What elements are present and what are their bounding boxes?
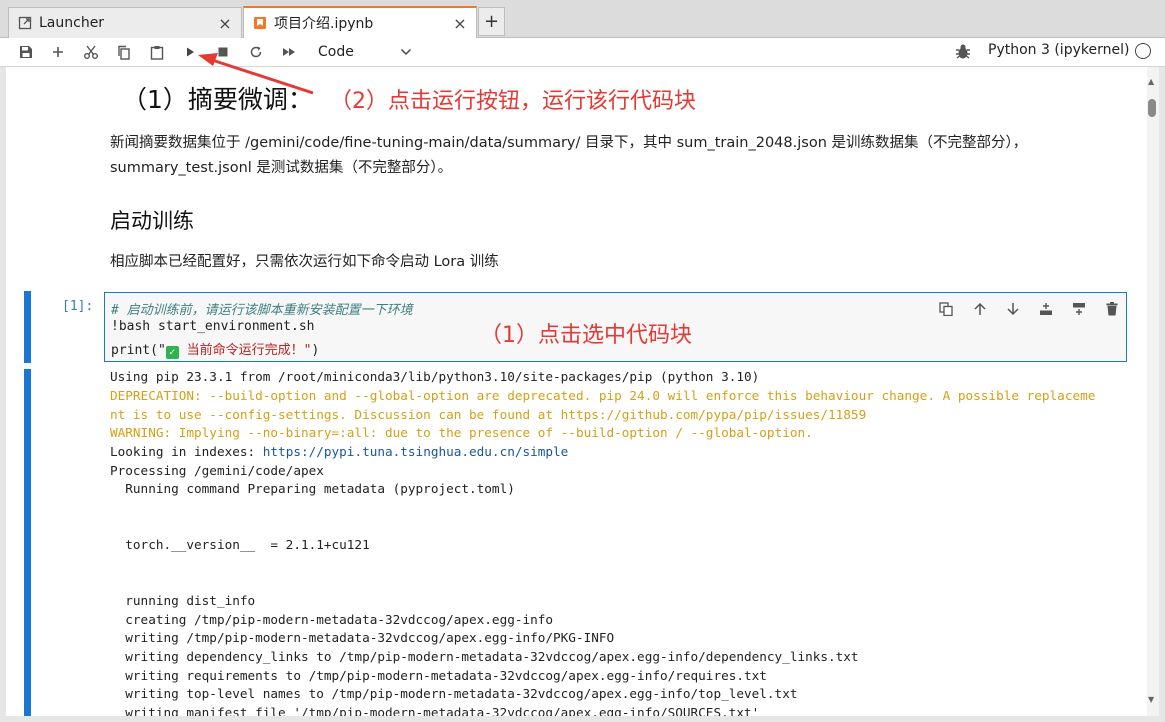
duplicate-cell-button[interactable] xyxy=(936,299,956,319)
add-cell-icon xyxy=(53,47,63,57)
output-line: Looking in indexes: https://pypi.tuna.ts… xyxy=(110,444,568,459)
code-line-print: print(" ✓ 当前命令运行完成！") xyxy=(111,339,319,359)
scroll-up-icon[interactable]: ▲ xyxy=(1148,77,1154,86)
insert-above-icon xyxy=(1040,303,1052,315)
fast-forward-icon xyxy=(283,48,295,56)
insert-above-button[interactable] xyxy=(1036,299,1056,319)
tab-bar: Launcher × 项目介绍.ipynb × + xyxy=(0,0,1165,38)
paste-icon xyxy=(150,45,164,60)
notebook-icon xyxy=(252,15,268,31)
output-line: WARNING: Implying --no-binary=:all: due … xyxy=(110,425,813,440)
cut-button[interactable] xyxy=(79,41,103,63)
markdown-heading: （1）摘要微调： xyxy=(122,85,313,114)
cell-type-value: Code xyxy=(318,44,354,60)
paste-button[interactable] xyxy=(145,41,169,63)
close-icon[interactable]: × xyxy=(452,14,468,33)
markdown-paragraph: 新闻摘要数据集位于 /gemini/code/fine-tuning-main/… xyxy=(110,131,1110,181)
code-line-bash: !bash start_environment.sh xyxy=(111,319,315,334)
code-token: ) xyxy=(311,343,320,358)
tab-launcher-label: Launcher xyxy=(39,15,105,31)
notebook-panel[interactable]: （1）摘要微调： 新闻摘要数据集位于 /gemini/code/fine-tun… xyxy=(6,67,1159,716)
output-line: writing top-level names to /tmp/pip-mode… xyxy=(110,686,798,701)
move-up-icon xyxy=(974,302,986,315)
output-line: Processing /gemini/code/apex xyxy=(110,463,324,478)
markdown-subheading: 启动训练 xyxy=(110,209,194,233)
output-line: nt is to use --config-settings. Discussi… xyxy=(110,407,867,422)
output-line: Using pip 23.3.1 from /root/miniconda3/l… xyxy=(110,369,760,384)
delete-icon xyxy=(1106,302,1118,316)
tab-notebook-label: 项目介绍.ipynb xyxy=(274,16,374,32)
delete-cell-button[interactable] xyxy=(1102,299,1122,319)
run-all-button[interactable] xyxy=(277,41,301,63)
annotation-run-hint: （2）点击运行按钮，运行该行代码块 xyxy=(330,89,696,114)
tab-notebook[interactable]: 项目介绍.ipynb × xyxy=(243,6,477,38)
move-down-icon xyxy=(1007,303,1019,316)
output-line: torch.__version__ = 2.1.1+cu121 xyxy=(110,537,370,552)
add-tab-button[interactable]: + xyxy=(478,7,505,36)
jupyterlab-window: Launcher × 项目介绍.ipynb × + Code Python 3 … xyxy=(0,0,1165,722)
markdown-paragraph-2: 相应脚本已经配置好，只需依次运行如下命令启动 Lora 训练 xyxy=(110,254,499,270)
chevron-down-icon xyxy=(400,48,412,56)
output-text: Looking in indexes: xyxy=(110,444,263,459)
output-line: writing manifest file '/tmp/pip-modern-m… xyxy=(110,705,760,716)
output-collapser[interactable] xyxy=(24,369,31,716)
notebook-toolbar: Code Python 3 (ipykernel) xyxy=(0,38,1165,67)
copy-icon xyxy=(118,45,130,60)
kernel-name[interactable]: Python 3 (ipykernel) xyxy=(988,42,1129,58)
stop-icon xyxy=(218,47,228,57)
duplicate-icon xyxy=(939,302,953,316)
save-icon xyxy=(20,46,32,58)
output-link[interactable]: https://pypi.tuna.tsinghua.edu.cn/simple xyxy=(263,444,569,459)
markdown-paragraph-line: 新闻摘要数据集位于 /gemini/code/fine-tuning-main/… xyxy=(110,135,1028,151)
run-icon xyxy=(187,47,194,57)
close-icon[interactable]: × xyxy=(217,14,233,33)
output-line: Running command Preparing metadata (pypr… xyxy=(110,481,515,496)
insert-below-icon xyxy=(1073,303,1085,315)
output-line: creating /tmp/pip-modern-metadata-32vdcc… xyxy=(110,612,554,627)
markdown-paragraph-line: summary_test.jsonl 是测试数据集（不完整部分）。 xyxy=(110,160,453,176)
scroll-down-icon[interactable]: ▼ xyxy=(1148,695,1154,704)
kernel-status-icon xyxy=(1135,43,1151,59)
bug-icon[interactable] xyxy=(953,42,973,62)
execution-count: [1]: xyxy=(62,299,94,314)
output-line: writing requirements to /tmp/pip-modern-… xyxy=(110,668,767,683)
move-up-button[interactable] xyxy=(970,299,990,319)
code-line-comment: # 启动训练前，请运行该脚本重新安装配置一下环境 xyxy=(111,303,413,318)
copy-button[interactable] xyxy=(112,41,136,63)
output-line: writing dependency_links to /tmp/pip-mod… xyxy=(110,649,859,664)
output-line: DEPRECATION: --build-option and --global… xyxy=(110,388,1096,403)
stop-button[interactable] xyxy=(211,41,235,63)
cell-type-select[interactable]: Code xyxy=(312,41,416,63)
output-line: running dist_info xyxy=(110,593,256,608)
restart-button[interactable] xyxy=(244,41,268,63)
annotation-select-hint: （1）点击选中代码块 xyxy=(480,323,692,348)
launcher-icon xyxy=(17,15,33,31)
run-button[interactable] xyxy=(178,41,202,63)
code-token: print(" xyxy=(111,343,166,358)
move-down-button[interactable] xyxy=(1003,299,1023,319)
insert-below-button[interactable] xyxy=(1069,299,1089,319)
code-string: 当前命令运行完成！" xyxy=(178,343,312,358)
restart-icon xyxy=(250,46,262,58)
scrollbar-thumb[interactable] xyxy=(1148,99,1156,117)
check-icon: ✓ xyxy=(165,346,179,359)
add-cell-button[interactable] xyxy=(46,41,70,63)
cut-icon xyxy=(84,45,98,59)
output-line: writing /tmp/pip-modern-metadata-32vdcco… xyxy=(110,630,615,645)
save-button[interactable] xyxy=(14,41,38,63)
vertical-scrollbar[interactable] xyxy=(1147,67,1159,716)
tab-launcher[interactable]: Launcher × xyxy=(8,7,242,38)
cell-collapser[interactable] xyxy=(24,291,31,363)
